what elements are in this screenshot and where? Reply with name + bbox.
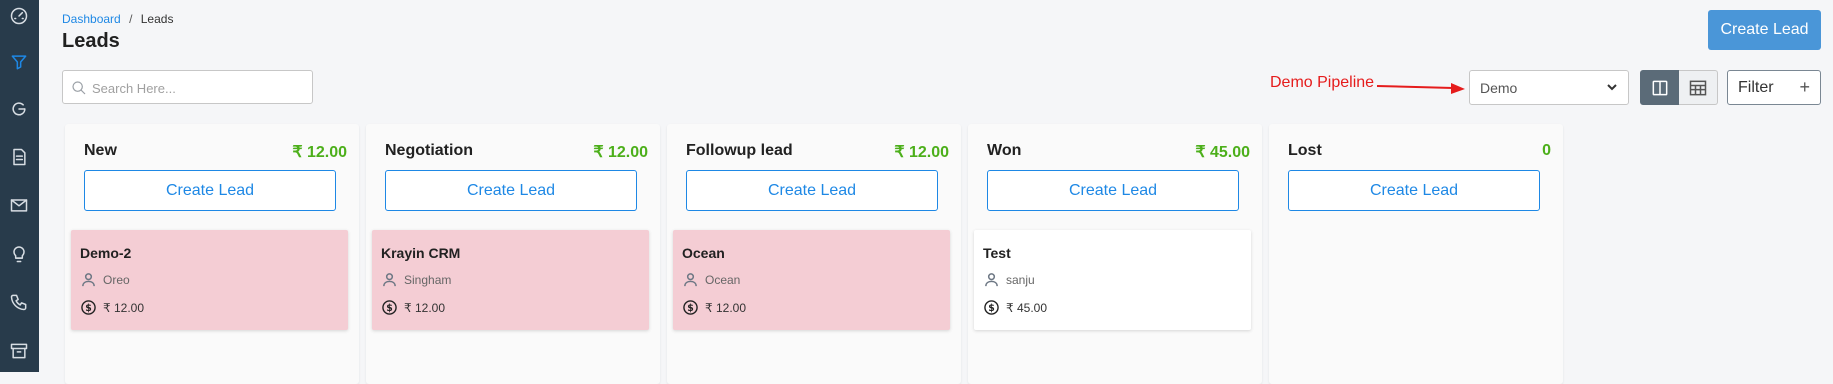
dollar-circle-icon: $ [984,300,999,315]
lead-amount-value: ₹ 45.00 [1006,300,1047,315]
svg-text:$: $ [85,303,92,314]
filter-label: Filter [1738,78,1774,96]
table-view-button[interactable] [1679,70,1718,105]
google-icon[interactable] [8,98,30,120]
lead-person-name: Oreo [103,272,130,287]
lead-amount: $ ₹ 45.00 [984,300,1047,315]
column-total: ₹ 12.00 [894,144,949,161]
lead-card[interactable]: Krayin CRM Singham $ ₹ 12.00 [372,230,649,330]
kanban-columns-icon [1652,80,1667,95]
lead-person: sanju [984,272,1035,287]
column-total: 0 [1542,142,1551,159]
breadcrumb: Dashboard / Leads [62,12,173,26]
lead-amount-value: ₹ 12.00 [404,300,445,315]
view-toggle [1640,70,1718,105]
column-header: Lost 0 [1288,142,1551,162]
column-total: ₹ 12.00 [593,144,648,161]
lead-amount: $ ₹ 12.00 [683,300,746,315]
search-icon [71,80,87,96]
lead-person-name: Singham [404,272,452,287]
stage-column-lost: Lost 0 Create Lead [1269,124,1563,384]
filter-funnel-icon[interactable] [8,51,30,73]
plus-icon: + [1799,77,1810,97]
stage-column-negotiation: Negotiation ₹ 12.00 Create Lead Krayin C… [366,124,660,384]
lead-person: Singham [382,272,451,287]
lead-amount-value: ₹ 12.00 [103,300,144,315]
breadcrumb-separator: / [129,12,133,26]
archive-box-icon[interactable] [8,340,30,362]
stage-column-followup: Followup lead ₹ 12.00 Create Lead Ocean … [667,124,961,384]
lead-amount: $ ₹ 12.00 [382,300,445,315]
search-box [62,70,313,105]
table-icon [1689,80,1707,95]
lead-card[interactable]: Test sanju $ ₹ 45.00 [974,230,1251,330]
column-create-lead-button[interactable]: Create Lead [686,170,938,211]
column-total: ₹ 45.00 [1195,144,1250,161]
svg-text:$: $ [988,303,995,314]
pipeline-select[interactable]: Demo [1469,70,1629,105]
stage-column-won: Won ₹ 45.00 Create Lead Test sanju $ ₹ 4… [968,124,1262,384]
column-header: New ₹ 12.00 [84,142,347,162]
lead-amount: $ ₹ 12.00 [81,300,144,315]
lead-person-name: Ocean [705,272,741,287]
svg-text:$: $ [687,303,694,314]
lead-person: Oreo [81,272,130,287]
lead-card[interactable]: Demo-2 Oreo $ ₹ 12.00 [71,230,348,330]
mail-icon[interactable] [8,194,30,216]
phone-icon[interactable] [8,291,30,313]
breadcrumb-dashboard-link[interactable]: Dashboard [62,12,121,26]
lead-title: Test [983,245,1011,261]
column-title: New [84,142,117,159]
column-create-lead-button[interactable]: Create Lead [84,170,336,211]
page-title: Leads [62,30,120,52]
person-icon [684,273,697,287]
document-icon[interactable] [8,146,30,168]
create-lead-button[interactable]: Create Lead [1708,10,1821,50]
column-title: Followup lead [686,142,793,159]
column-create-lead-button[interactable]: Create Lead [385,170,637,211]
dashboard-gauge-icon[interactable] [8,5,30,27]
column-create-lead-button[interactable]: Create Lead [987,170,1239,211]
column-total: ₹ 12.00 [292,144,347,161]
lead-person-name: sanju [1006,272,1035,287]
person-icon [82,273,95,287]
column-header: Followup lead ₹ 12.00 [686,142,949,162]
column-create-lead-button[interactable]: Create Lead [1288,170,1540,211]
search-input[interactable] [90,71,309,105]
lead-title: Ocean [682,245,725,261]
lead-person: Ocean [683,272,740,287]
lead-amount-value: ₹ 12.00 [705,300,746,315]
annotation-label: Demo Pipeline [1270,74,1375,91]
chevron-down-icon [1606,80,1618,96]
column-header: Negotiation ₹ 12.00 [385,142,648,162]
person-icon [985,273,998,287]
column-title: Lost [1288,142,1322,159]
pipeline-select-value: Demo [1480,79,1518,96]
column-title: Negotiation [385,142,473,159]
svg-text:$: $ [386,303,393,314]
stage-column-new: New ₹ 12.00 Create Lead Demo-2 Oreo $ ₹ … [65,124,359,384]
lead-title: Demo-2 [80,245,132,261]
lead-title: Krayin CRM [381,245,461,261]
lightbulb-icon[interactable] [8,243,30,265]
breadcrumb-current: Leads [140,12,174,26]
filter-button[interactable]: Filter + [1727,70,1821,105]
kanban-view-button[interactable] [1640,70,1679,105]
column-title: Won [987,142,1022,159]
sidebar [0,0,39,372]
person-icon [383,273,396,287]
dollar-circle-icon: $ [683,300,698,315]
lead-card[interactable]: Ocean Ocean $ ₹ 12.00 [673,230,950,330]
column-header: Won ₹ 45.00 [987,142,1250,162]
annotation-arrow [1376,83,1465,94]
dollar-circle-icon: $ [81,300,96,315]
dollar-circle-icon: $ [382,300,397,315]
